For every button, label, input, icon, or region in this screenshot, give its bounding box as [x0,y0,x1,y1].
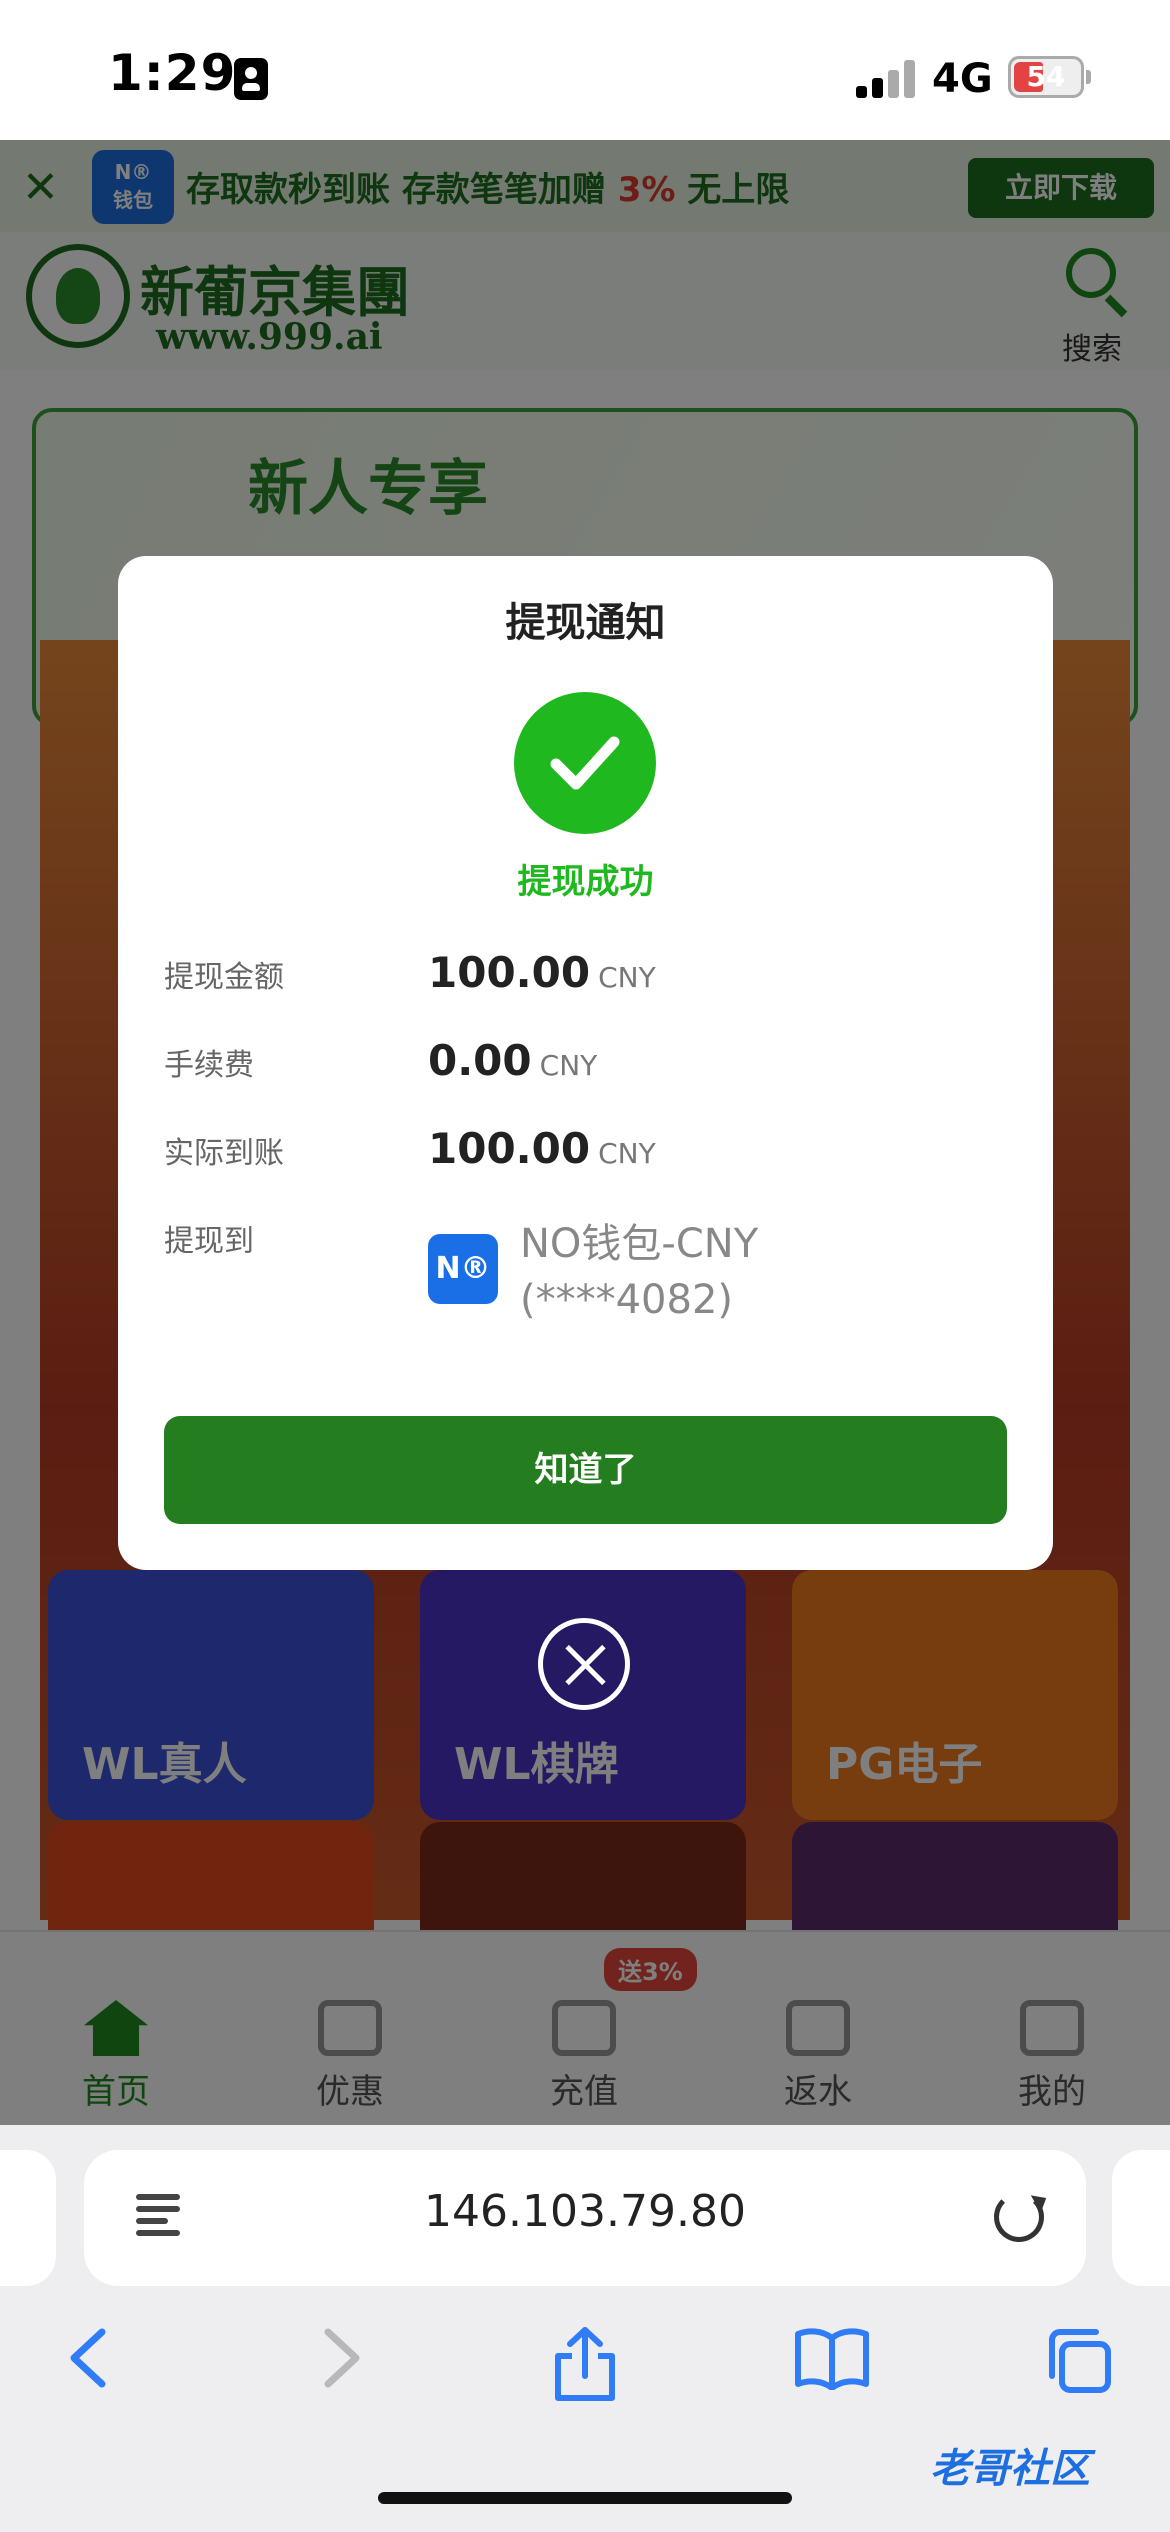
wallet-info: NO钱包-CNY (****4082) [520,1216,758,1328]
amount-label: 提现金额 [164,960,284,995]
destination-label: 提现到 [164,1224,254,1259]
watermark-logo: 老哥社区 [930,2446,1090,2492]
fee-label: 手续费 [164,1048,254,1083]
home-indicator[interactable] [378,2492,792,2504]
received-value: 100.00 CNY [428,1124,656,1173]
contact-card-icon [234,58,268,100]
tabs-icon[interactable] [1044,2326,1114,2400]
amount-value: 100.00 CNY [428,948,656,997]
withdrawal-dialog: 提现通知 提现成功 提现金额 100.00 CNY 手续费 0.00 CNY 实际到… [118,556,1053,1570]
dialog-title: 提现通知 [505,600,666,646]
fee-value: 0.00 CNY [428,1036,597,1085]
book-icon[interactable] [794,2326,870,2394]
received-label: 实际到账 [164,1136,284,1171]
reload-icon[interactable] [994,2192,1044,2242]
cellular-signal-icon [856,58,916,98]
battery-icon: 54 [1008,56,1091,98]
wallet-name: NO钱包-CNY [520,1221,759,1267]
wallet-account: (****4082) [520,1277,734,1323]
check-icon [514,692,656,834]
received-number: 100.00 [428,1124,591,1173]
amount-currency: CNY [598,961,656,994]
network-type: 4G [932,56,993,102]
no-wallet-logo: N® [428,1234,498,1304]
chevron-right-icon[interactable] [320,2326,364,2394]
share-icon[interactable] [550,2326,620,2406]
chevron-left-icon[interactable] [66,2326,110,2394]
close-icon[interactable] [538,1618,630,1710]
fee-currency: CNY [539,1049,598,1082]
clock: 1:29 [108,44,237,102]
battery-level: 54 [1026,60,1066,93]
received-currency: CNY [598,1137,656,1170]
fee-number: 0.00 [428,1036,532,1085]
success-status: 提现成功 [517,862,654,902]
amount-number: 100.00 [428,948,591,997]
confirm-button[interactable]: 知道了 [164,1416,1007,1524]
